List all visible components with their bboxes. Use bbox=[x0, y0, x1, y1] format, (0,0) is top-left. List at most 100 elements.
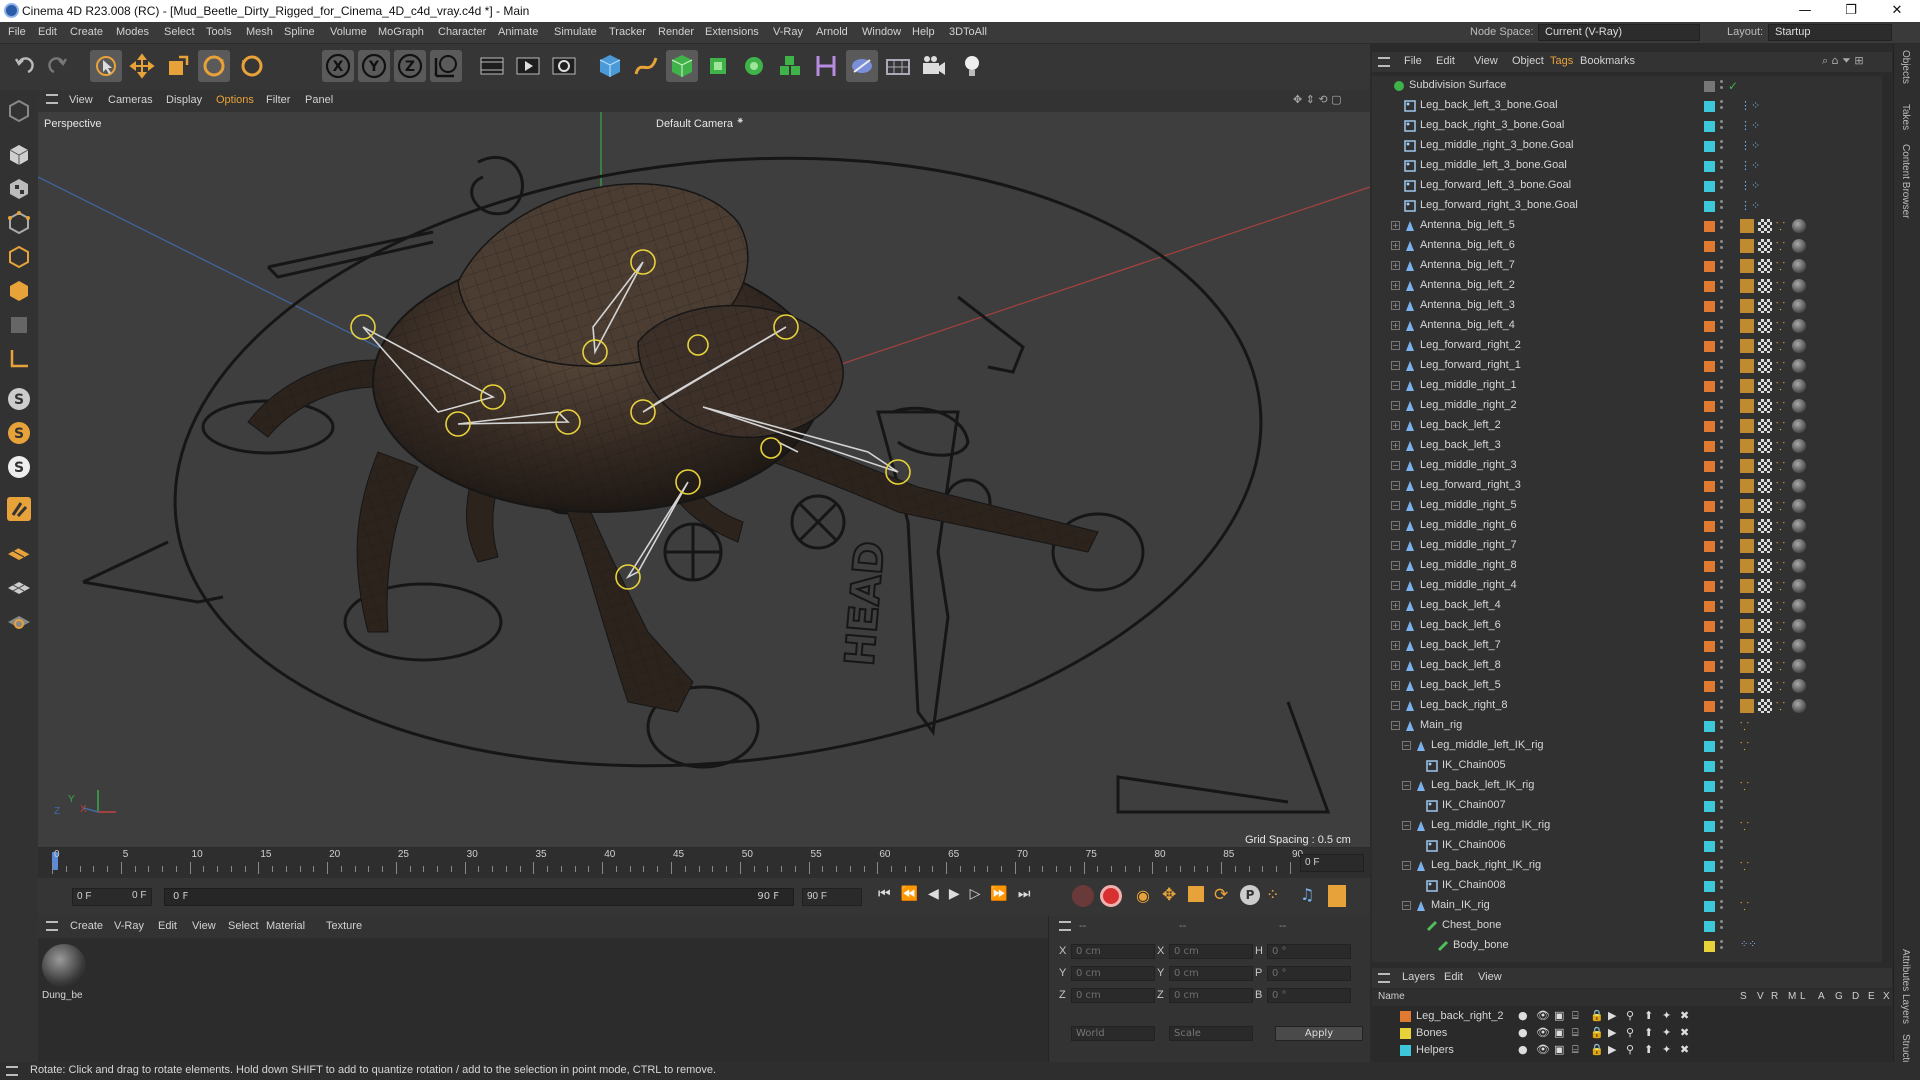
object-name[interactable]: Leg_back_left_8 bbox=[1420, 659, 1501, 671]
object-row[interactable]: − Leg_middle_right_7 ⸪ bbox=[1372, 536, 1892, 556]
visibility-dots[interactable] bbox=[1720, 520, 1723, 523]
dock-tab-attributes[interactable]: Attributes bbox=[1900, 949, 1911, 991]
ik-tag-icon[interactable]: ⸪ bbox=[1776, 239, 1790, 253]
layer-toggle-icon[interactable]: ● bbox=[1518, 1026, 1528, 1039]
ik-goal-tag-icon[interactable]: ⋮⁘ bbox=[1740, 199, 1760, 213]
object-row[interactable]: + Antenna_big_left_3 ⸪ bbox=[1372, 296, 1892, 316]
object-name[interactable]: Leg_middle_right_6 bbox=[1420, 519, 1517, 531]
object-name[interactable]: Leg_middle_right_IK_rig bbox=[1431, 819, 1550, 831]
layer-color-swatch[interactable] bbox=[1704, 301, 1715, 312]
layer-color-swatch[interactable] bbox=[1704, 281, 1715, 292]
next-frame-icon[interactable]: ▷ bbox=[970, 886, 991, 902]
object-menu-object[interactable]: Object bbox=[1512, 55, 1544, 67]
tree-expand-toggle[interactable]: + bbox=[1391, 641, 1400, 650]
layer-toggle-icon[interactable]: ● bbox=[1518, 1043, 1528, 1056]
ik-tag-icon[interactable]: ⸪ bbox=[1776, 399, 1790, 413]
go-to-start-icon[interactable]: ⏮ bbox=[878, 886, 901, 902]
layer-toggle-icon[interactable]: ▶ bbox=[1608, 1043, 1616, 1056]
live-selection-icon[interactable] bbox=[90, 50, 122, 82]
render-settings-icon[interactable] bbox=[548, 50, 580, 82]
layer-toggle-icon[interactable]: ⌸ bbox=[1572, 1009, 1579, 1023]
dock-tab-objects[interactable]: Objects bbox=[1900, 50, 1911, 84]
object-name[interactable]: Leg_middle_left_IK_rig bbox=[1431, 739, 1544, 751]
tree-expand-toggle[interactable]: − bbox=[1391, 401, 1400, 410]
object-name[interactable]: Main_IK_rig bbox=[1431, 899, 1490, 911]
material-tag-icon[interactable] bbox=[1792, 359, 1806, 373]
visibility-dots[interactable] bbox=[1720, 420, 1723, 423]
object-row[interactable]: Body_bone ⁘⁘ bbox=[1372, 936, 1892, 956]
environment-icon[interactable] bbox=[882, 50, 914, 82]
object-name[interactable]: Leg_middle_right_5 bbox=[1420, 499, 1517, 511]
checker-tag-icon[interactable] bbox=[1758, 319, 1772, 333]
viewport-menu-options[interactable]: Options bbox=[216, 94, 254, 106]
ik-tag-icon[interactable]: ⸪ bbox=[1776, 359, 1790, 373]
object-row[interactable]: − Leg_middle_right_IK_rig ⸪ bbox=[1372, 816, 1892, 836]
weight-tag-icon[interactable] bbox=[1740, 399, 1754, 413]
tree-expand-toggle[interactable]: − bbox=[1391, 701, 1400, 710]
tree-expand-toggle[interactable]: − bbox=[1391, 361, 1400, 370]
menu-help[interactable]: Help bbox=[912, 26, 935, 38]
layer-row[interactable]: Bones ● 👁 ▣ ⌸ 🔒 ▶ ⚲ ⬆ ✦ ✖ bbox=[1372, 1025, 1892, 1042]
go-to-end-icon[interactable]: ⏭ bbox=[1018, 886, 1041, 902]
visibility-dots[interactable] bbox=[1720, 140, 1723, 143]
checker-tag-icon[interactable] bbox=[1758, 259, 1772, 273]
object-name[interactable]: Leg_middle_right_4 bbox=[1420, 579, 1517, 591]
ik-tag-icon[interactable]: ⸪ bbox=[1776, 579, 1790, 593]
material-tag-icon[interactable] bbox=[1792, 439, 1806, 453]
checker-tag-icon[interactable] bbox=[1758, 379, 1772, 393]
object-row[interactable]: Chest_bone bbox=[1372, 916, 1892, 936]
visibility-dots[interactable] bbox=[1720, 860, 1723, 863]
checker-tag-icon[interactable] bbox=[1758, 479, 1772, 493]
field-object-icon[interactable] bbox=[810, 50, 842, 82]
layer-toggle-icon[interactable]: ▣ bbox=[1554, 1043, 1564, 1056]
object-menu-view[interactable]: View bbox=[1474, 55, 1498, 67]
object-name[interactable]: IK_Chain005 bbox=[1442, 759, 1506, 771]
object-row[interactable]: + Antenna_big_left_2 ⸪ bbox=[1372, 276, 1892, 296]
object-row[interactable]: − Main_IK_rig ⸪ bbox=[1372, 896, 1892, 916]
visibility-dots[interactable] bbox=[1720, 160, 1723, 163]
layer-color-swatch[interactable] bbox=[1704, 941, 1715, 952]
viewport-nav-icons[interactable]: ✥ ⇕ ⟲ ▢ bbox=[1293, 93, 1342, 106]
node-space-dropdown[interactable]: Current (V-Ray) bbox=[1538, 24, 1700, 41]
material-tag-icon[interactable] bbox=[1792, 699, 1806, 713]
grid-icon[interactable] bbox=[4, 570, 34, 600]
tree-expand-toggle[interactable]: + bbox=[1391, 221, 1400, 230]
visibility-dots[interactable] bbox=[1720, 780, 1723, 783]
ik-tag-icon[interactable]: ⸪ bbox=[1776, 279, 1790, 293]
layer-menu-view[interactable]: View bbox=[1478, 971, 1502, 983]
material-tag-icon[interactable] bbox=[1792, 339, 1806, 353]
layer-color-swatch[interactable] bbox=[1704, 601, 1715, 612]
layer-color-swatch[interactable] bbox=[1704, 181, 1715, 192]
ik-tag-icon[interactable]: ⸪ bbox=[1776, 259, 1790, 273]
material-swatch[interactable] bbox=[42, 944, 86, 988]
ik-goal-tag-icon[interactable]: ⋮⁘ bbox=[1740, 179, 1760, 193]
ik-tag-icon[interactable]: ⸪ bbox=[1776, 679, 1790, 693]
object-row[interactable]: IK_Chain006 bbox=[1372, 836, 1892, 856]
weight-tag-icon[interactable] bbox=[1740, 259, 1754, 273]
position-key-icon[interactable]: ✥ bbox=[1162, 885, 1176, 905]
layer-color-swatch[interactable] bbox=[1704, 201, 1715, 212]
visibility-dots[interactable] bbox=[1720, 200, 1723, 203]
layer-toggle-icon[interactable]: ⚲ bbox=[1626, 1026, 1634, 1039]
weight-tag-icon[interactable] bbox=[1740, 219, 1754, 233]
menu-create[interactable]: Create bbox=[70, 26, 103, 38]
coord-field-y[interactable]: 0 cm bbox=[1169, 966, 1253, 981]
object-row[interactable]: + Antenna_big_left_6 ⸪ bbox=[1372, 236, 1892, 256]
layer-color-swatch[interactable] bbox=[1704, 721, 1715, 732]
object-name[interactable]: Antenna_big_left_4 bbox=[1420, 319, 1515, 331]
layer-toggle-icon[interactable]: ▣ bbox=[1554, 1009, 1564, 1022]
visibility-dots[interactable] bbox=[1720, 640, 1723, 643]
visibility-dots[interactable] bbox=[1720, 460, 1723, 463]
object-row[interactable]: Leg_back_right_3_bone.Goal ⋮⁘ bbox=[1372, 116, 1892, 136]
hamburger-icon[interactable] bbox=[1059, 921, 1071, 931]
material-tag-icon[interactable] bbox=[1792, 499, 1806, 513]
object-row[interactable]: − Leg_middle_right_5 ⸪ bbox=[1372, 496, 1892, 516]
object-row[interactable]: + Antenna_big_left_7 ⸪ bbox=[1372, 256, 1892, 276]
layer-color-swatch[interactable] bbox=[1400, 1045, 1411, 1056]
ik-tag-icon[interactable]: ⸪ bbox=[1776, 419, 1790, 433]
visibility-dots[interactable] bbox=[1720, 80, 1723, 83]
viewport-menu-cameras[interactable]: Cameras bbox=[108, 94, 153, 106]
object-name[interactable]: Leg_back_left_5 bbox=[1420, 679, 1501, 691]
coord-space-dropdown[interactable]: World bbox=[1071, 1026, 1155, 1041]
layer-toggle-icon[interactable]: ▶ bbox=[1608, 1009, 1616, 1022]
